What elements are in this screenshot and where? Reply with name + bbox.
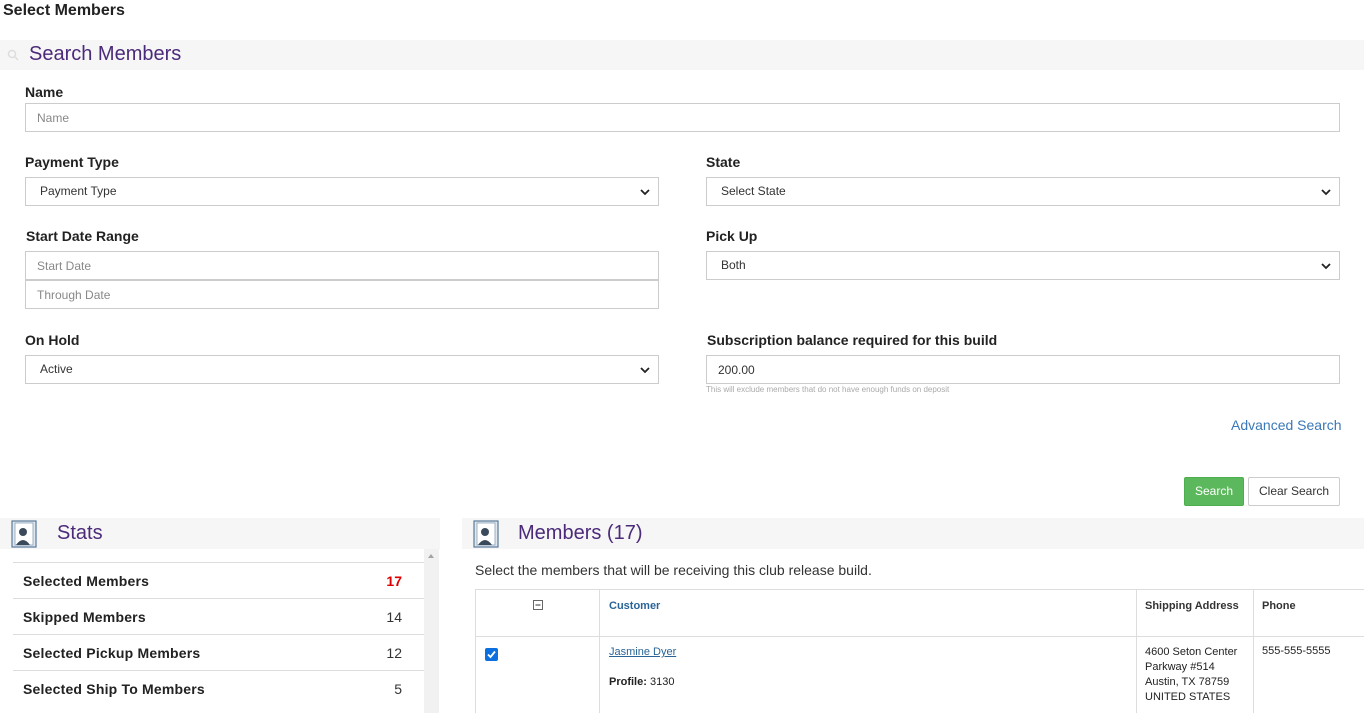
name-input[interactable]: [25, 103, 1340, 132]
column-header-customer[interactable]: Customer: [609, 600, 660, 612]
stats-header: Stats: [0, 518, 440, 549]
members-title: Members (17): [518, 522, 643, 544]
address-line: 4600 Seton Center: [1145, 646, 1238, 658]
search-button[interactable]: Search: [1184, 477, 1244, 506]
stats-list: Selected Members 17 Skipped Members 14 S…: [13, 562, 424, 706]
search-section-header: Search Members: [0, 40, 1364, 70]
stat-label: Skipped Members: [23, 609, 146, 625]
stat-value: 12: [386, 645, 402, 661]
pick-up-value: Both: [721, 258, 746, 272]
start-date-input[interactable]: [25, 251, 659, 280]
collapse-icon[interactable]: [533, 600, 543, 610]
stat-row-selected-pickup-members: Selected Pickup Members 12: [13, 634, 424, 670]
payment-type-label: Payment Type: [25, 154, 119, 170]
clear-search-button[interactable]: Clear Search: [1248, 477, 1340, 506]
subscription-balance-hint: This will exclude members that do not ha…: [706, 385, 950, 394]
name-label: Name: [25, 84, 64, 100]
column-header-phone: Phone: [1262, 600, 1296, 612]
address-line: Austin, TX 78759: [1145, 676, 1230, 688]
stat-label: Selected Pickup Members: [23, 645, 201, 661]
member-card-icon: [473, 520, 499, 548]
column-header-shipping-address: Shipping Address: [1145, 600, 1239, 612]
stat-value: 14: [386, 609, 402, 625]
stat-row-selected-ship-to-members: Selected Ship To Members 5: [13, 670, 424, 706]
payment-type-value: Payment Type: [40, 184, 117, 198]
state-label: State: [706, 154, 741, 170]
profile-label: Profile:: [609, 676, 647, 688]
stat-row-selected-members: Selected Members 17: [13, 562, 424, 598]
stats-title: Stats: [57, 522, 103, 544]
member-card-icon: [11, 520, 37, 548]
stat-value: 5: [394, 681, 402, 697]
advanced-search-link[interactable]: Advanced Search: [1231, 417, 1342, 433]
checkbox-checked-icon: [487, 650, 496, 659]
table-header-row: [476, 590, 1364, 637]
pick-up-label: Pick Up: [706, 228, 758, 244]
address-line: Parkway #514: [1145, 661, 1215, 673]
stat-value: 17: [386, 573, 402, 589]
phone-value: 555-555-5555: [1262, 645, 1331, 657]
chevron-down-icon: [640, 189, 650, 196]
page-title: Select Members: [3, 2, 125, 19]
search-section-title: Search Members: [29, 43, 182, 65]
stats-scrollbar[interactable]: [424, 549, 439, 713]
stat-label: Selected Ship To Members: [23, 681, 205, 697]
member-select-checkbox[interactable]: [485, 648, 498, 661]
through-date-input[interactable]: [25, 280, 659, 309]
state-select[interactable]: Select State: [706, 177, 1340, 206]
customer-profile: Profile: 3130: [609, 676, 674, 688]
members-header: Members (17): [462, 518, 1364, 549]
chevron-down-icon: [1321, 189, 1331, 196]
stat-row-skipped-members: Skipped Members 14: [13, 598, 424, 634]
address-line: UNITED STATES: [1145, 691, 1231, 703]
members-description: Select the members that will be receivin…: [475, 562, 872, 578]
shipping-address: 4600 Seton Center Parkway #514 Austin, T…: [1145, 645, 1237, 705]
chevron-down-icon: [640, 367, 650, 374]
scroll-up-icon[interactable]: [428, 554, 434, 558]
customer-name-link[interactable]: Jasmine Dyer: [609, 646, 676, 658]
profile-id: 3130: [649, 676, 675, 688]
on-hold-label: On Hold: [25, 332, 80, 348]
search-icon: [7, 49, 19, 61]
subscription-balance-label: Subscription balance required for this b…: [707, 332, 998, 348]
on-hold-select[interactable]: Active: [25, 355, 659, 384]
state-value: Select State: [721, 184, 786, 198]
on-hold-value: Active: [40, 362, 73, 376]
stat-label: Selected Members: [23, 573, 150, 589]
pick-up-select[interactable]: Both: [706, 251, 1340, 280]
subscription-balance-input[interactable]: [706, 355, 1340, 384]
members-table: Customer Shipping Address Phone Jasmine …: [475, 589, 1364, 713]
chevron-down-icon: [1321, 263, 1331, 270]
start-date-range-label: Start Date Range: [26, 228, 139, 244]
payment-type-select[interactable]: Payment Type: [25, 177, 659, 206]
